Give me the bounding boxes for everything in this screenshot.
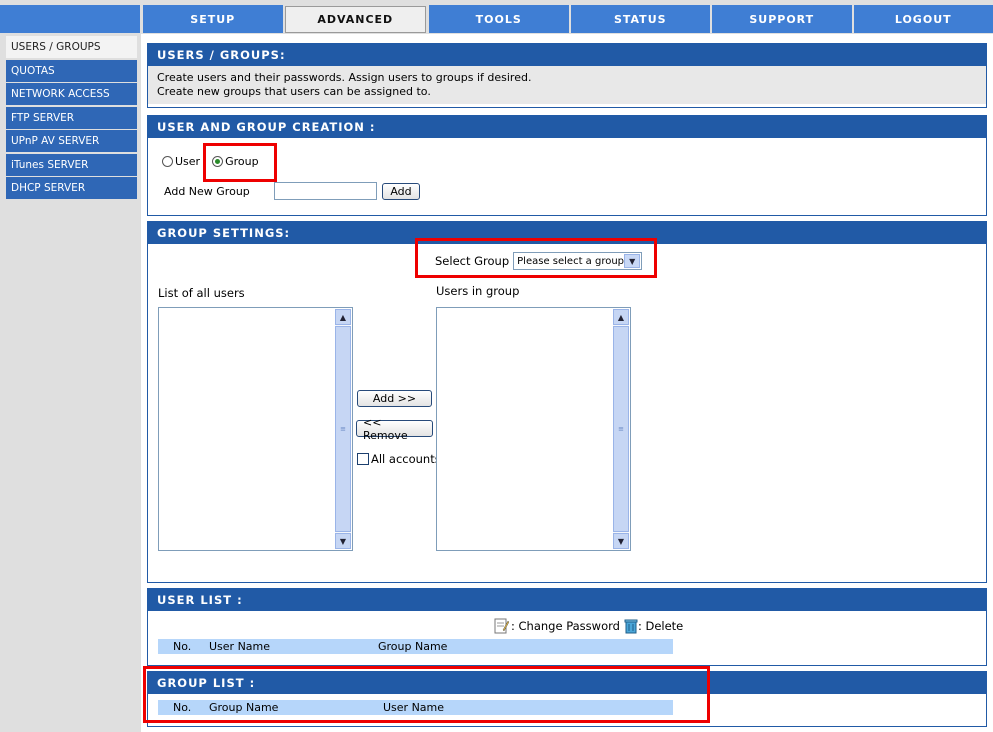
all-users-scrollbar[interactable]: ▲ ≡ ▼ bbox=[335, 309, 351, 549]
scroll-down-icon[interactable]: ▼ bbox=[613, 533, 629, 549]
delete-legend: : Delete bbox=[637, 619, 684, 633]
scroll-thumb[interactable]: ≡ bbox=[335, 326, 351, 532]
highlight-group-radio bbox=[203, 143, 277, 182]
tab-logout[interactable]: LOGOUT bbox=[851, 5, 993, 33]
highlight-select-group bbox=[415, 238, 657, 278]
sidebar-item-users-groups[interactable]: USERS / GROUPS bbox=[6, 36, 137, 58]
intro-line-2: Create new groups that users can be assi… bbox=[157, 85, 431, 98]
sidebar-item-dhcp-server[interactable]: DHCP SERVER bbox=[6, 177, 137, 199]
top-navigation: SETUP ADVANCED TOOLS STATUS SUPPORT LOGO… bbox=[0, 0, 993, 34]
trash-icon bbox=[624, 619, 638, 634]
tab-support[interactable]: SUPPORT bbox=[710, 5, 852, 33]
intro-title: USERS / GROUPS: bbox=[148, 44, 986, 66]
column-no: No. bbox=[173, 640, 192, 653]
highlight-group-list bbox=[143, 666, 710, 723]
all-accounts-checkbox[interactable] bbox=[357, 453, 369, 465]
edit-icon bbox=[494, 618, 509, 634]
intro-line-1: Create users and their passwords. Assign… bbox=[157, 71, 532, 84]
scroll-down-icon[interactable]: ▼ bbox=[335, 533, 351, 549]
sidebar-item-upnp-av-server[interactable]: UPnP AV SERVER bbox=[6, 130, 137, 152]
scroll-up-icon[interactable]: ▲ bbox=[613, 309, 629, 325]
add-group-button[interactable]: Add bbox=[382, 182, 420, 200]
all-users-listbox[interactable]: ▲ ≡ ▼ bbox=[158, 307, 353, 551]
sidebar-item-ftp-server[interactable]: FTP SERVER bbox=[6, 106, 137, 129]
creation-title: USER AND GROUP CREATION : bbox=[148, 116, 986, 138]
tab-setup[interactable]: SETUP bbox=[141, 5, 283, 33]
sidebar-item-network-access[interactable]: NETWORK ACCESS bbox=[6, 83, 137, 105]
all-accounts-row: All accounts bbox=[357, 452, 441, 466]
main-content: USERS / GROUPS: Create users and their p… bbox=[141, 34, 993, 732]
add-to-group-button[interactable]: Add >> bbox=[357, 390, 432, 407]
users-in-group-scrollbar[interactable]: ▲ ≡ ▼ bbox=[613, 309, 629, 549]
column-group-name: Group Name bbox=[378, 640, 448, 653]
tab-status[interactable]: STATUS bbox=[568, 5, 710, 33]
user-list-title: USER LIST : bbox=[148, 589, 986, 611]
scroll-up-icon[interactable]: ▲ bbox=[335, 309, 351, 325]
user-radio-label: User bbox=[175, 155, 201, 168]
add-group-row: Add New Group Add bbox=[164, 182, 420, 200]
tab-advanced[interactable]: ADVANCED bbox=[284, 6, 426, 33]
user-list-legend: : Change Password : Delete bbox=[494, 618, 683, 634]
add-new-group-label: Add New Group bbox=[164, 184, 250, 198]
user-list-panel: USER LIST : : Change Password : Delete N… bbox=[147, 588, 987, 666]
all-users-label: List of all users bbox=[158, 286, 245, 300]
intro-description: Create users and their passwords. Assign… bbox=[148, 66, 986, 104]
intro-panel: USERS / GROUPS: Create users and their p… bbox=[147, 43, 987, 108]
main-tabs: SETUP ADVANCED TOOLS STATUS SUPPORT LOGO… bbox=[141, 5, 993, 33]
sidebar: USERS / GROUPS QUOTAS NETWORK ACCESS FTP… bbox=[6, 36, 137, 201]
column-user-name: User Name bbox=[209, 640, 271, 653]
sidebar-item-quotas[interactable]: QUOTAS bbox=[6, 59, 137, 82]
tab-tools[interactable]: TOOLS bbox=[427, 5, 569, 33]
scroll-thumb[interactable]: ≡ bbox=[613, 326, 629, 532]
all-accounts-label: All accounts bbox=[371, 452, 441, 466]
remove-from-group-button[interactable]: << Remove bbox=[356, 416, 433, 442]
new-group-input[interactable] bbox=[274, 182, 377, 200]
users-in-group-label: Users in group bbox=[436, 284, 520, 298]
users-in-group-listbox[interactable]: ▲ ≡ ▼ bbox=[436, 307, 631, 551]
change-password-legend: : Change Password bbox=[511, 619, 620, 633]
sidebar-item-itunes-server[interactable]: iTunes SERVER bbox=[6, 153, 137, 176]
user-radio[interactable] bbox=[162, 156, 173, 167]
user-list-table-header: No. User Name Group Name bbox=[158, 639, 673, 654]
top-nav-left-block bbox=[0, 5, 140, 33]
